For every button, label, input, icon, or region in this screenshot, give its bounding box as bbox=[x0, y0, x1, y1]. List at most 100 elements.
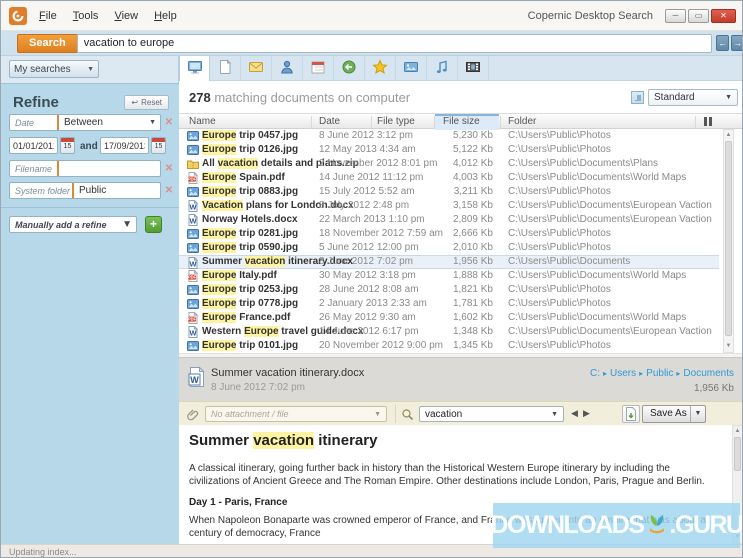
table-row[interactable]: PDFEurope Italy.pdf30 May 2012 3:18 pm1,… bbox=[179, 269, 719, 283]
reset-button[interactable]: ↩ Reset bbox=[124, 95, 169, 110]
tab-email[interactable] bbox=[241, 56, 272, 81]
system-folder-filter[interactable]: System folder Public bbox=[9, 182, 161, 199]
breadcrumb-link[interactable]: Users bbox=[610, 368, 636, 379]
my-searches-dropdown[interactable]: My searches ▼ bbox=[9, 60, 99, 78]
date-from-input[interactable] bbox=[9, 137, 58, 154]
table-row[interactable]: Europe trip 0883.jpg15 July 2012 5:52 am… bbox=[179, 185, 719, 199]
table-row[interactable]: Europe trip 0126.jpg12 May 2013 4:34 am5… bbox=[179, 143, 719, 157]
save-as-dropdown-arrow[interactable]: ▼ bbox=[690, 406, 705, 422]
attachment-dropdown[interactable]: No attachment / file ▼ bbox=[205, 406, 387, 422]
column-header-name[interactable]: Name bbox=[189, 114, 216, 130]
pdf-file-icon: PDF bbox=[187, 270, 199, 282]
scroll-down-icon[interactable]: ▼ bbox=[724, 342, 733, 351]
results-scrollbar[interactable]: ▲ ▼ bbox=[723, 129, 734, 353]
table-row[interactable]: WNorway Hotels.docx22 March 2013 1:10 pm… bbox=[179, 213, 719, 227]
table-row[interactable]: Europe trip 0253.jpg28 June 2012 8:08 am… bbox=[179, 283, 719, 297]
search-button[interactable]: Search bbox=[17, 34, 77, 53]
docx-file-icon: W bbox=[187, 214, 199, 226]
calendar-picker-from-button[interactable]: 15 bbox=[60, 137, 75, 154]
view-mode-dropdown[interactable]: Standard ▼ bbox=[648, 89, 738, 106]
table-row[interactable]: Europe trip 0101.jpg20 November 2012 9:0… bbox=[179, 339, 719, 353]
table-row[interactable]: Europe trip 0778.jpg2 January 2013 2:33 … bbox=[179, 297, 719, 311]
tab-contacts[interactable] bbox=[272, 56, 303, 81]
scroll-up-icon[interactable]: ▲ bbox=[733, 427, 742, 436]
table-row[interactable]: PDFEurope Spain.pdf14 June 2012 11:12 pm… bbox=[179, 171, 719, 185]
file-size: 3,211 Kb bbox=[413, 185, 493, 199]
menu-file[interactable]: File bbox=[39, 10, 57, 22]
date-filter[interactable]: Date Between ▼ bbox=[9, 114, 161, 131]
menu-tools[interactable]: Tools bbox=[73, 10, 99, 22]
tab-computer[interactable] bbox=[179, 56, 210, 81]
file-size: 5,122 Kb bbox=[413, 143, 493, 157]
back-arrow-button[interactable]: ← bbox=[716, 35, 729, 51]
table-row[interactable]: WWestern Europe travel guide.docx14 June… bbox=[179, 325, 719, 339]
filename-filter[interactable]: Filename bbox=[9, 160, 161, 177]
docx-file-icon: W bbox=[187, 257, 199, 269]
tab-calendar[interactable] bbox=[303, 56, 334, 81]
search-input[interactable] bbox=[77, 34, 712, 53]
close-button[interactable]: ✕ bbox=[711, 9, 736, 23]
category-tabbar bbox=[179, 56, 743, 81]
scroll-up-icon[interactable]: ▲ bbox=[724, 131, 733, 140]
tab-pictures[interactable] bbox=[396, 56, 427, 81]
add-refine-label: Manually add a refine bbox=[10, 220, 118, 230]
calendar-picker-to-button[interactable]: 15 bbox=[151, 137, 166, 154]
table-row[interactable]: PDFEurope France.pdf26 May 2012 9:30 am1… bbox=[179, 311, 719, 325]
add-refine-dropdown[interactable]: Manually add a refine ▼ bbox=[9, 216, 137, 233]
preview-header: W Summer vacation itinerary.docx 8 June … bbox=[179, 357, 743, 401]
file-date: 14 June 2012 6:17 pm bbox=[319, 325, 419, 339]
tab-videos[interactable] bbox=[458, 56, 489, 81]
table-row[interactable]: WSummer vacation itinerary.docx8 June 20… bbox=[179, 255, 719, 269]
column-header-file-size[interactable]: File size bbox=[443, 114, 480, 130]
save-as-button[interactable]: Save As ▼ bbox=[642, 405, 706, 423]
table-row[interactable]: Europe trip 0281.jpg18 November 2012 7:5… bbox=[179, 227, 719, 241]
column-header-folder[interactable]: Folder bbox=[508, 114, 536, 130]
table-row[interactable]: Europe trip 0590.jpg5 June 2012 12:00 pm… bbox=[179, 241, 719, 255]
find-previous-button[interactable]: ◀ bbox=[571, 408, 578, 419]
jpg-file-icon bbox=[187, 340, 199, 352]
scrollbar-thumb[interactable] bbox=[725, 141, 732, 336]
refine-title: Refine bbox=[13, 94, 59, 111]
docx-file-icon: W bbox=[187, 326, 199, 338]
add-refine-button[interactable]: + bbox=[145, 216, 162, 233]
table-row[interactable]: Europe trip 0457.jpg8 June 2012 3:12 pm5… bbox=[179, 129, 719, 143]
file-name: Europe trip 0101.jpg bbox=[202, 339, 298, 353]
file-date: 8 June 2012 3:12 pm bbox=[319, 129, 413, 143]
tab-favorites[interactable] bbox=[365, 56, 396, 81]
menu-view[interactable]: View bbox=[114, 10, 138, 22]
breadcrumb-link[interactable]: Public bbox=[646, 368, 673, 379]
view-grid-icon[interactable] bbox=[631, 91, 644, 104]
maximize-button[interactable]: ▭ bbox=[688, 9, 709, 23]
file-size: 1,888 Kb bbox=[413, 269, 493, 283]
table-row[interactable]: All vacation details and plans.zip2 Nove… bbox=[179, 157, 719, 171]
column-chooser-button[interactable] bbox=[701, 116, 715, 127]
tab-history[interactable] bbox=[334, 56, 365, 81]
file-date: 8 June 2012 7:02 pm bbox=[319, 256, 413, 268]
scrollbar-thumb[interactable] bbox=[734, 437, 741, 471]
remove-date-filter-button[interactable]: ✕ bbox=[163, 117, 175, 129]
minimize-button[interactable]: ─ bbox=[665, 9, 686, 23]
videos-icon bbox=[465, 59, 481, 78]
menu-help[interactable]: Help bbox=[154, 10, 177, 22]
breadcrumb-link[interactable]: Documents bbox=[683, 368, 734, 379]
column-header-file-type[interactable]: File type bbox=[377, 114, 415, 130]
remove-filename-filter-button[interactable]: ✕ bbox=[163, 163, 175, 175]
file-date: 22 March 2013 1:10 pm bbox=[319, 213, 425, 227]
preview-file-size: 1,956 Kb bbox=[694, 383, 734, 394]
forward-arrow-button[interactable]: → bbox=[731, 35, 743, 51]
date-operator-value: Between bbox=[59, 117, 149, 128]
remove-system-folder-filter-button[interactable]: ✕ bbox=[163, 185, 175, 197]
tab-documents[interactable] bbox=[210, 56, 241, 81]
date-to-input[interactable] bbox=[100, 137, 149, 154]
find-next-button[interactable]: ▶ bbox=[583, 408, 590, 419]
breadcrumb-separator-icon: ▸ bbox=[639, 369, 643, 378]
find-in-document-combobox[interactable]: vacation ▼ bbox=[419, 406, 564, 422]
document-paragraph: A classical itinerary, going further bac… bbox=[189, 463, 721, 488]
file-folder: C:\Users\Public\Photos bbox=[508, 143, 611, 157]
tab-music[interactable] bbox=[427, 56, 458, 81]
search-icon bbox=[401, 408, 414, 424]
breadcrumb-link[interactable]: C: bbox=[590, 368, 600, 379]
table-row[interactable]: WVacation plans for London.docx8 July 20… bbox=[179, 199, 719, 213]
column-header-date[interactable]: Date bbox=[319, 114, 340, 130]
save-document-icon-button[interactable] bbox=[622, 405, 640, 423]
